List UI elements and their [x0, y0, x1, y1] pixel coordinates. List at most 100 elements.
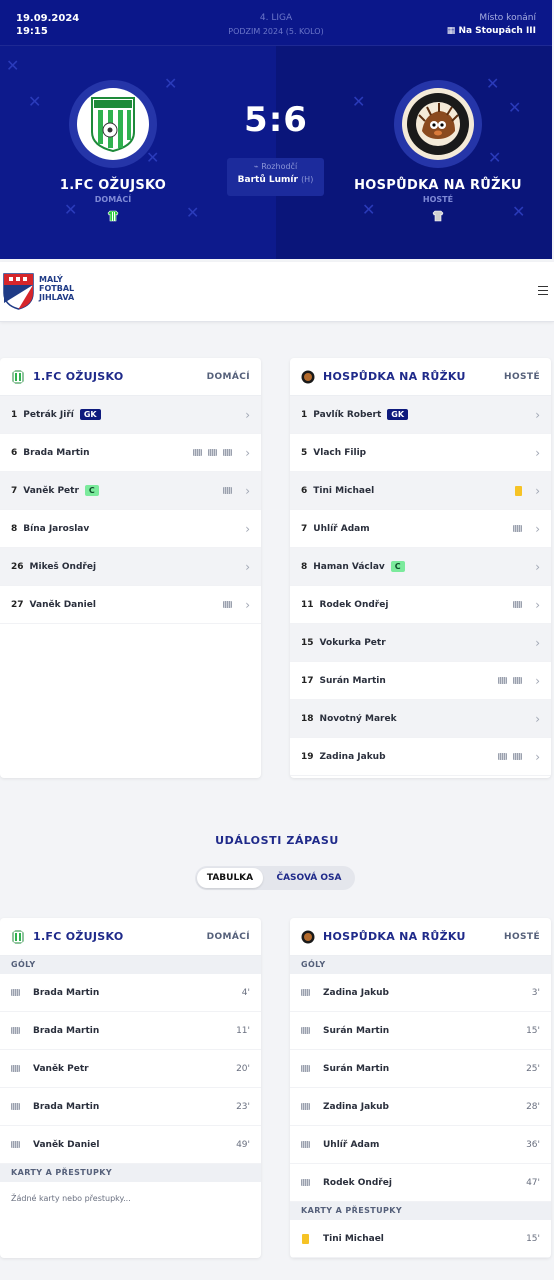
away-events-card: HOSPŮDKA NA RŮŽKU HOSTÉ GÓLY Zadina Jaku… [290, 918, 551, 1258]
home-team-logo[interactable] [69, 80, 157, 168]
goal-event-row: Surán Martin 25' [290, 1050, 551, 1088]
event-minute: 15' [526, 1233, 540, 1244]
event-minute: 47' [526, 1177, 540, 1188]
tab-table[interactable]: TABULKA [197, 868, 263, 888]
event-player-name: Brada Martin [33, 1101, 100, 1112]
player-name: Zadina Jakub [319, 751, 386, 762]
home-mini-logo-icon [12, 930, 24, 943]
player-row[interactable]: 8 Haman Václav C › [290, 548, 551, 586]
goal-icon [301, 1027, 310, 1034]
match-score: 5:6 [244, 100, 308, 140]
player-name: Surán Martin [319, 675, 386, 686]
event-player-name: Vaněk Petr [33, 1063, 89, 1074]
player-row[interactable]: 19 Zadina Jakub › [290, 738, 551, 776]
goal-event-row: Zadina Jakub 3' [290, 974, 551, 1012]
brand-logo-icon[interactable] [3, 273, 34, 310]
goal-icon [11, 989, 20, 996]
goal-event-row: Vaněk Petr 20' [0, 1050, 261, 1088]
event-player-name: Surán Martin [323, 1025, 390, 1036]
player-row[interactable]: 26 Mikeš Ondřej › [0, 548, 261, 586]
goal-icon [301, 989, 310, 996]
venue-link[interactable]: ▦ Na Stoupách III [447, 25, 536, 38]
chevron-right-icon: › [245, 521, 250, 536]
goal-icon [223, 487, 232, 494]
event-player-name: Vaněk Daniel [33, 1139, 100, 1150]
event-player-name: Uhlíř Adam [323, 1139, 380, 1150]
player-number: 11 [301, 599, 314, 610]
away-crest-icon [407, 93, 469, 155]
player-row[interactable]: 7 Vaněk Petr C › [0, 472, 261, 510]
player-name: Haman Václav [313, 561, 385, 572]
player-row[interactable]: 1 Pavlík Robert GK › [290, 396, 551, 434]
goal-icon [498, 677, 507, 684]
player-row[interactable]: 5 Vlach Filip › [290, 434, 551, 472]
event-minute: 25' [526, 1063, 540, 1074]
player-row[interactable]: 11 Rodek Ondřej › [290, 586, 551, 624]
away-team-name[interactable]: HOSPŮDKA NA RŮŽKU [338, 178, 538, 193]
events-view-toggle: TABULKA ČASOVÁ OSA [195, 866, 355, 890]
home-team-role: DOMÁCÍ [94, 195, 132, 204]
away-jersey-icon [432, 210, 444, 222]
chevron-right-icon: › [535, 711, 540, 726]
decor-cross-icon: ✕ [512, 202, 526, 221]
card-event-row: Tini Michael 15' [290, 1220, 551, 1258]
chevron-right-icon: › [245, 597, 250, 612]
referee-box: ⌁ Rozhodčí Bartů Lumír (H) [227, 158, 324, 196]
player-name: Tini Michael [313, 485, 375, 496]
away-events-title: HOSPŮDKA NA RŮŽKU [323, 930, 466, 943]
away-team-role: HOSTÉ [422, 195, 454, 204]
chevron-right-icon: › [245, 407, 250, 422]
player-row[interactable]: 17 Surán Martin › [290, 662, 551, 700]
player-number: 15 [301, 637, 314, 648]
match-info-bar: 19.09.2024 19:15 4. LIGA PODZIM 2024 (5.… [0, 0, 552, 46]
player-name: Mikeš Ondřej [29, 561, 97, 572]
player-name: Brada Martin [23, 447, 90, 458]
goal-event-row: Brada Martin 23' [0, 1088, 261, 1126]
goal-icon [513, 525, 522, 532]
goal-event-row: Brada Martin 4' [0, 974, 261, 1012]
goals-subheading: GÓLY [290, 956, 551, 974]
chevron-right-icon: › [535, 559, 540, 574]
event-minute: 49' [236, 1139, 250, 1150]
goal-icon [223, 449, 232, 456]
goal-icon [223, 601, 232, 608]
event-minute: 23' [236, 1101, 250, 1112]
player-row[interactable]: 7 Uhlíř Adam › [290, 510, 551, 548]
player-name: Novotný Marek [319, 713, 397, 724]
chevron-right-icon: › [535, 673, 540, 688]
player-row[interactable]: 8 Bína Jaroslav › [0, 510, 261, 548]
player-row[interactable]: 15 Vokurka Petr › [290, 624, 551, 662]
goal-icon [498, 753, 507, 760]
away-team-logo[interactable] [394, 80, 482, 168]
player-number: 1 [301, 409, 308, 420]
player-number: 5 [301, 447, 308, 458]
home-events-card: 1.FC OŽUJSKO DOMÁCÍ GÓLY Brada Martin 4' B… [0, 918, 261, 1258]
decor-cross-icon: ✕ [352, 92, 366, 111]
home-events-title: 1.FC OŽUJSKO [33, 930, 124, 943]
player-row[interactable]: 6 Tini Michael › [290, 472, 551, 510]
tab-timeline[interactable]: ČASOVÁ OSA [269, 868, 349, 888]
player-row[interactable]: 6 Brada Martin › [0, 434, 261, 472]
home-crest-icon [91, 97, 135, 152]
venue-name: Na Stoupách III [458, 26, 536, 36]
menu-hamburger-icon[interactable] [538, 286, 548, 296]
captain-badge: C [390, 561, 405, 572]
player-row[interactable]: 1 Petrák Jiří GK › [0, 396, 261, 434]
player-row[interactable]: 27 Vaněk Daniel › [0, 586, 261, 624]
event-minute: 11' [236, 1025, 250, 1036]
event-player-name: Brada Martin [33, 987, 100, 998]
goal-event-row: Surán Martin 15' [290, 1012, 551, 1050]
match-time: 19:15 [16, 26, 48, 37]
player-row[interactable]: 18 Novotný Marek › [290, 700, 551, 738]
goalkeeper-badge: GK [387, 409, 409, 420]
goal-icon [11, 1027, 20, 1034]
decor-cross-icon: ✕ [6, 56, 20, 75]
home-events-role: DOMÁCÍ [206, 931, 250, 942]
season-round: PODZIM 2024 (5. KOLO) [228, 27, 324, 36]
away-events-role: HOSTÉ [504, 931, 540, 942]
player-number: 6 [301, 485, 308, 496]
goal-icon [208, 449, 217, 456]
player-number: 19 [301, 751, 314, 762]
home-team-name[interactable]: 1.FC OŽUJSKO [13, 178, 213, 193]
brand-wordmark[interactable]: MALÝ FOTBAL JIHLAVA [39, 275, 74, 302]
